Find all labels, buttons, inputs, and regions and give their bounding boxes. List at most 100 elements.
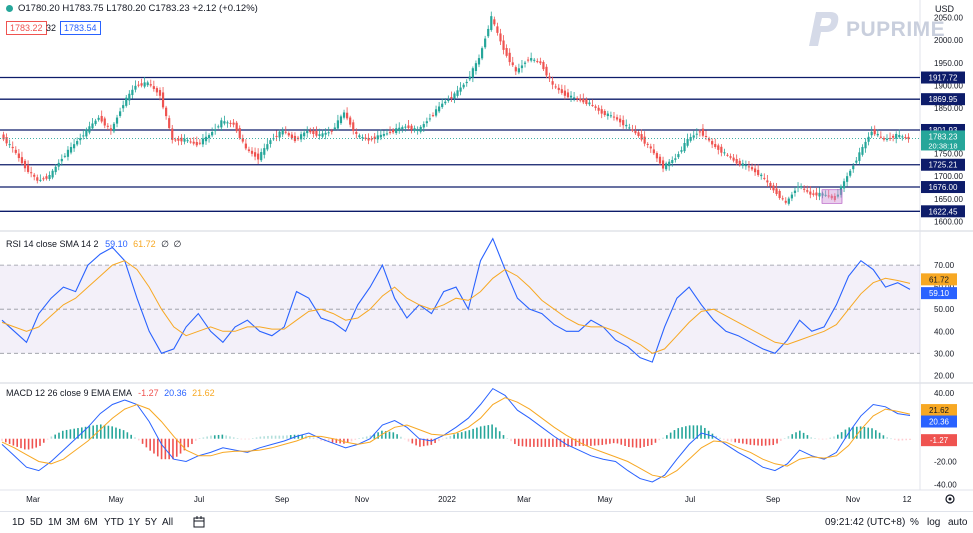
range-5y-button[interactable]: 5Y <box>145 517 157 528</box>
candle-body <box>287 133 290 136</box>
candle-body <box>511 62 514 66</box>
candle-body <box>103 118 106 126</box>
macd-histogram-bar <box>134 437 136 439</box>
macd-histogram-bar <box>871 428 873 439</box>
candle-body <box>582 98 585 103</box>
ask-box[interactable]: 1783.54 <box>60 21 101 35</box>
candle-body <box>888 137 892 139</box>
macd-histogram-bar <box>658 438 661 441</box>
candle-body <box>695 133 698 135</box>
macd-histogram-bar <box>156 438 159 457</box>
macd-histogram-bar <box>350 438 353 442</box>
date-range-icon[interactable] <box>193 516 205 528</box>
macd-histogram-bar <box>69 429 72 439</box>
macd-histogram-bar <box>99 424 102 439</box>
macd-histogram-bar <box>863 426 866 439</box>
macd-histogram-bar <box>12 438 15 446</box>
candle-body <box>177 138 180 141</box>
range-1y-button[interactable]: 1Y <box>128 517 140 528</box>
candle-body <box>818 192 821 197</box>
candle-body <box>619 118 622 123</box>
macd-histogram-bar <box>50 436 53 439</box>
log-toggle[interactable]: log <box>927 517 940 528</box>
macd-histogram-bar <box>331 438 334 443</box>
candle-body <box>539 61 542 64</box>
candle-body <box>625 124 628 127</box>
candle-body <box>339 116 343 124</box>
candle-body <box>112 123 116 132</box>
macd-histogram-bar <box>745 438 748 445</box>
macd-histogram-bar <box>441 438 444 440</box>
macd-histogram-bar <box>685 426 687 439</box>
auto-toggle[interactable]: auto <box>948 517 967 528</box>
candle-body <box>815 192 818 196</box>
macd-histogram-bar <box>479 426 482 439</box>
candle-body <box>686 139 689 146</box>
candle-body <box>861 146 864 155</box>
candle-body <box>714 144 717 148</box>
range-6m-button[interactable]: 6M <box>84 517 98 528</box>
chart-area[interactable]: 2050.002000.001950.001900.001850.001800.… <box>0 0 973 511</box>
candle-body <box>48 175 51 180</box>
macd-hist-axis-label: -1.27 <box>930 436 949 445</box>
macd-histogram-bar <box>403 438 406 440</box>
range-3m-button[interactable]: 3M <box>66 517 80 528</box>
candle-body <box>904 136 907 138</box>
macd-histogram-bar <box>187 438 189 448</box>
candle-body <box>787 198 790 204</box>
candle-body <box>122 105 125 109</box>
price-tick-label: 1700.00 <box>934 172 963 181</box>
candle-body <box>615 117 619 120</box>
settings-gear-icon[interactable] <box>945 494 955 504</box>
macd-histogram-bar <box>396 434 398 439</box>
macd-histogram-bar <box>901 438 904 441</box>
range-5d-button[interactable]: 5D <box>30 517 43 528</box>
puprime-logo: PUPRIME <box>808 10 945 53</box>
candle-body <box>803 188 806 190</box>
macd-histogram-bar <box>544 438 547 447</box>
clock-readout[interactable]: 09:21:42 (UTC+8) <box>825 517 905 528</box>
macd-histogram-bar <box>738 438 740 443</box>
range-1d-button[interactable]: 1D <box>12 517 25 528</box>
candle-body <box>195 142 198 146</box>
candle-body <box>186 140 189 142</box>
macd-histogram-bar <box>628 438 630 448</box>
candle-body <box>704 135 708 137</box>
candle-body <box>413 128 416 131</box>
macd-histogram-bar <box>354 438 357 440</box>
candle-body <box>447 100 450 102</box>
candle-body <box>158 90 162 96</box>
macd-histogram-bar <box>210 435 212 439</box>
macd-histogram-bar <box>749 438 752 445</box>
range-all-button[interactable]: All <box>162 517 173 528</box>
macd-histogram-bar <box>514 438 516 445</box>
time-axis-label: 12 <box>903 495 912 504</box>
candle-body <box>855 160 858 163</box>
range-ytd-button[interactable]: YTD <box>104 517 124 528</box>
macd-histogram-bar <box>39 438 41 446</box>
percent-toggle[interactable]: % <box>910 517 919 528</box>
range-1m-button[interactable]: 1M <box>48 517 62 528</box>
macd-histogram-bar <box>502 435 505 439</box>
candle-body <box>763 177 766 179</box>
candle-body <box>450 96 453 99</box>
candle-body <box>465 81 468 84</box>
macd-histogram-bar <box>153 438 155 454</box>
bid-box[interactable]: 1783.22 <box>6 21 47 35</box>
macd-histogram-bar <box>88 426 91 439</box>
candle-body <box>79 138 82 141</box>
candle-body <box>306 130 309 134</box>
candle-body <box>609 115 613 117</box>
rsi-value: 59.10 <box>105 239 128 249</box>
macd-histogram-bar <box>856 426 858 439</box>
macd-histogram-bar <box>688 425 691 439</box>
rsi-tick-label: 70.00 <box>934 261 955 270</box>
rsi-tick-label: 30.00 <box>934 349 955 358</box>
macd-histogram-bar <box>780 438 782 441</box>
candle-body <box>63 155 66 157</box>
macd-histogram-bar <box>799 430 801 439</box>
candle-body <box>594 106 597 108</box>
rsi-ma-axis-label: 61.72 <box>929 275 950 284</box>
macd-histogram-bar <box>517 438 520 447</box>
macd-histogram-bar <box>677 428 680 439</box>
